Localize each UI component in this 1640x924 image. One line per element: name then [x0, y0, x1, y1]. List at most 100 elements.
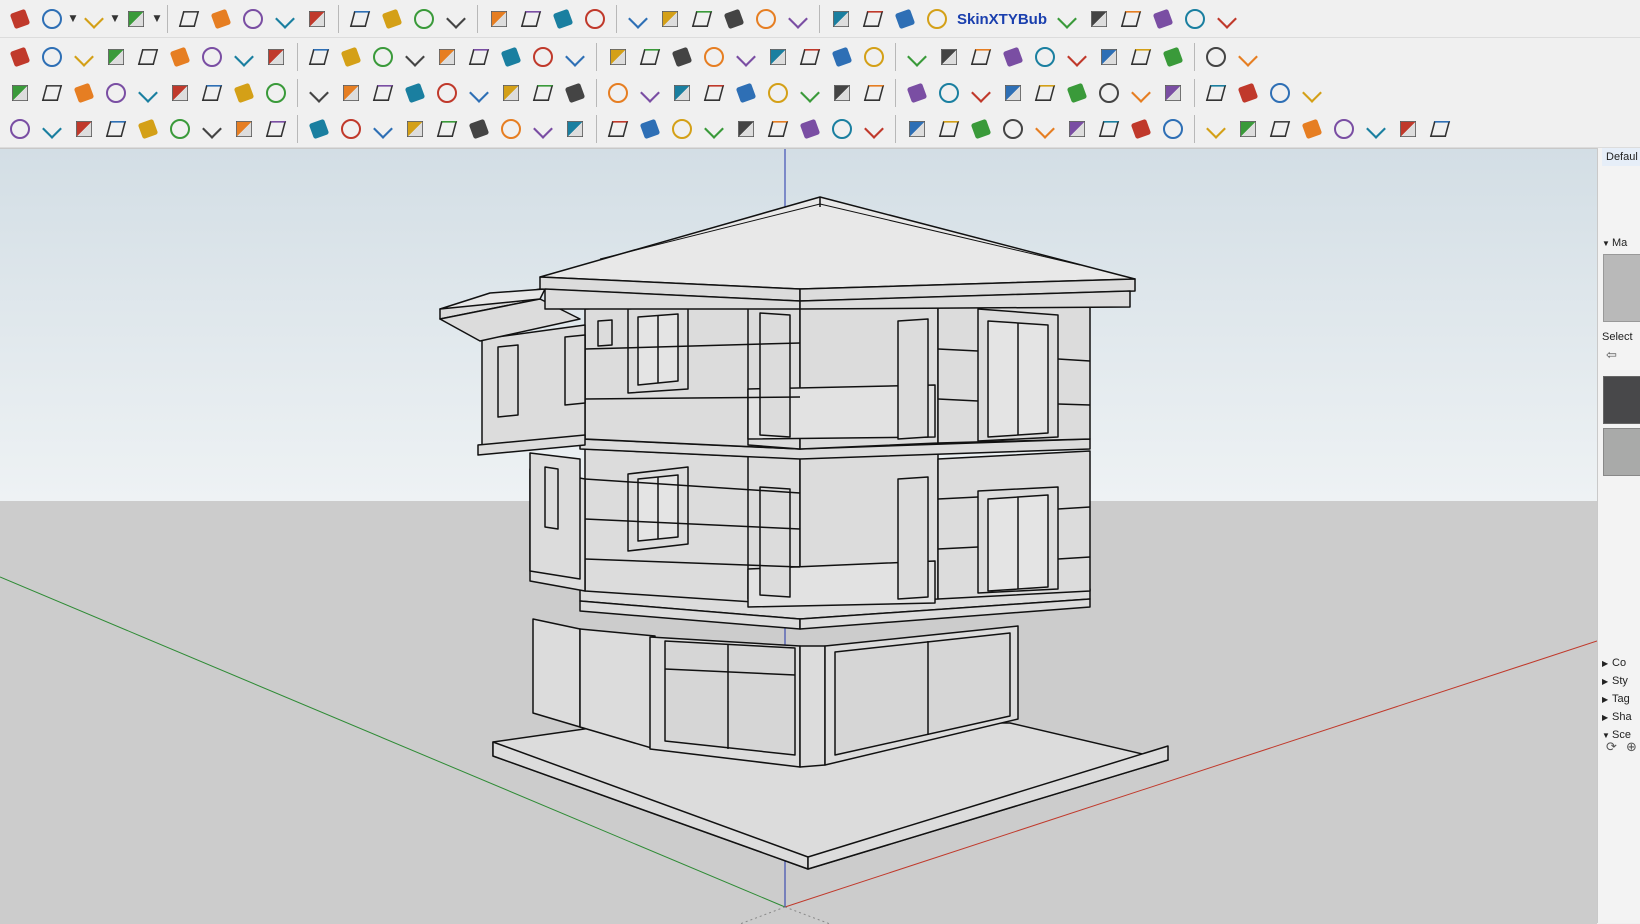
row4-tool-26[interactable]: [827, 114, 857, 144]
row4-tool-43[interactable]: [1393, 114, 1423, 144]
cloud-3-icon[interactable]: [1116, 4, 1146, 34]
row2-tool-14[interactable]: [432, 42, 462, 72]
tray-panel-co[interactable]: ▶ Co: [1602, 654, 1640, 672]
row4-tool-11[interactable]: [336, 114, 366, 144]
row2-tool-11[interactable]: [336, 42, 366, 72]
row3-tool-38[interactable]: [1233, 78, 1263, 108]
row4-tool-23[interactable]: [731, 114, 761, 144]
row4-tool-24[interactable]: [763, 114, 793, 144]
user-icon[interactable]: [719, 4, 749, 34]
row3-tool-7[interactable]: [197, 78, 227, 108]
row2-tool-28[interactable]: [902, 42, 932, 72]
row3-tool-2[interactable]: [37, 78, 67, 108]
row2-tool-26[interactable]: [827, 42, 857, 72]
material-swatch-dark[interactable]: [1603, 376, 1640, 424]
row4-tool-33[interactable]: [1062, 114, 1092, 144]
row4-tool-10[interactable]: [304, 114, 334, 144]
row2-tool-29[interactable]: [934, 42, 964, 72]
row3-tool-33[interactable]: [1062, 78, 1092, 108]
row4-tool-9[interactable]: [261, 114, 291, 144]
row2-tool-16[interactable]: [496, 42, 526, 72]
text-icon[interactable]: [377, 4, 407, 34]
tape-measure-icon[interactable]: [345, 4, 375, 34]
help-icon[interactable]: [1212, 4, 1242, 34]
row4-tool-25[interactable]: [795, 114, 825, 144]
cloud-2-icon[interactable]: [1084, 4, 1114, 34]
row3-tool-40[interactable]: [1297, 78, 1327, 108]
row2-tool-24[interactable]: [763, 42, 793, 72]
row3-tool-5[interactable]: [133, 78, 163, 108]
row4-tool-1[interactable]: [5, 114, 35, 144]
row2-tool-31[interactable]: [998, 42, 1028, 72]
row3-tool-24[interactable]: [763, 78, 793, 108]
row3-tool-18[interactable]: [560, 78, 590, 108]
row2-tool-21[interactable]: [667, 42, 697, 72]
stop-icon[interactable]: [1180, 4, 1210, 34]
row3-tool-30[interactable]: [966, 78, 996, 108]
map-icon[interactable]: [751, 4, 781, 34]
row3-tool-17[interactable]: [528, 78, 558, 108]
row3-tool-26[interactable]: [827, 78, 857, 108]
row3-tool-4[interactable]: [101, 78, 131, 108]
row4-tool-21[interactable]: [667, 114, 697, 144]
row3-tool-9[interactable]: [261, 78, 291, 108]
paint-bucket-icon[interactable]: [409, 4, 439, 34]
dropdown-arrow-icon[interactable]: ▼: [68, 4, 78, 34]
row3-tool-12[interactable]: [368, 78, 398, 108]
row2-tool-33[interactable]: [1062, 42, 1092, 72]
viewport-canvas[interactable]: [0, 149, 1597, 924]
row2-tool-27[interactable]: [859, 42, 889, 72]
row2-tool-9[interactable]: [261, 42, 291, 72]
rotate-icon[interactable]: [270, 4, 300, 34]
box-stack-icon[interactable]: [858, 4, 888, 34]
materials-panel-header[interactable]: ▼ Ma: [1602, 234, 1640, 252]
row4-tool-13[interactable]: [400, 114, 430, 144]
row3-tool-37[interactable]: [1201, 78, 1231, 108]
row2-tool-25[interactable]: [795, 42, 825, 72]
row2-tool-3[interactable]: [69, 42, 99, 72]
row4-tool-34[interactable]: [1094, 114, 1124, 144]
row4-tool-16[interactable]: [496, 114, 526, 144]
zoom-extents-icon[interactable]: [548, 4, 578, 34]
add-scene-icon[interactable]: ⊕: [1626, 740, 1637, 755]
dropdown-arrow-icon[interactable]: ▼: [110, 4, 120, 34]
pencil-icon[interactable]: [37, 4, 67, 34]
row4-tool-38[interactable]: [1233, 114, 1263, 144]
row2-tool-30[interactable]: [966, 42, 996, 72]
row3-tool-10[interactable]: [304, 78, 334, 108]
row3-tool-34[interactable]: [1094, 78, 1124, 108]
row3-tool-11[interactable]: [336, 78, 366, 108]
component-icon[interactable]: [580, 4, 610, 34]
row2-tool-18[interactable]: [560, 42, 590, 72]
row2-tool-10[interactable]: [304, 42, 334, 72]
row4-tool-6[interactable]: [165, 114, 195, 144]
row3-tool-6[interactable]: [165, 78, 195, 108]
row4-tool-5[interactable]: [133, 114, 163, 144]
row4-tool-30[interactable]: [966, 114, 996, 144]
push-pull-icon[interactable]: [174, 4, 204, 34]
pan-icon[interactable]: [484, 4, 514, 34]
row2-tool-5[interactable]: [133, 42, 163, 72]
rectangle-icon[interactable]: [121, 4, 151, 34]
row2-tool-19[interactable]: [603, 42, 633, 72]
row4-tool-17[interactable]: [528, 114, 558, 144]
row3-tool-1[interactable]: [5, 78, 35, 108]
row4-tool-15[interactable]: [464, 114, 494, 144]
warehouse-icon[interactable]: [687, 4, 717, 34]
row4-tool-44[interactable]: [1425, 114, 1455, 144]
house-model[interactable]: [439, 196, 1169, 870]
row2-tool-38[interactable]: [1233, 42, 1263, 72]
row3-tool-19[interactable]: [603, 78, 633, 108]
row2-tool-20[interactable]: [635, 42, 665, 72]
row4-tool-29[interactable]: [934, 114, 964, 144]
back-arrow-icon[interactable]: ⇦: [1606, 348, 1617, 363]
row4-tool-14[interactable]: [432, 114, 462, 144]
row2-tool-34[interactable]: [1094, 42, 1124, 72]
row2-tool-15[interactable]: [464, 42, 494, 72]
row4-tool-4[interactable]: [101, 114, 131, 144]
row4-tool-31[interactable]: [998, 114, 1028, 144]
scale-icon[interactable]: [302, 4, 332, 34]
row2-tool-12[interactable]: [368, 42, 398, 72]
row4-tool-27[interactable]: [859, 114, 889, 144]
row2-tool-4[interactable]: [101, 42, 131, 72]
